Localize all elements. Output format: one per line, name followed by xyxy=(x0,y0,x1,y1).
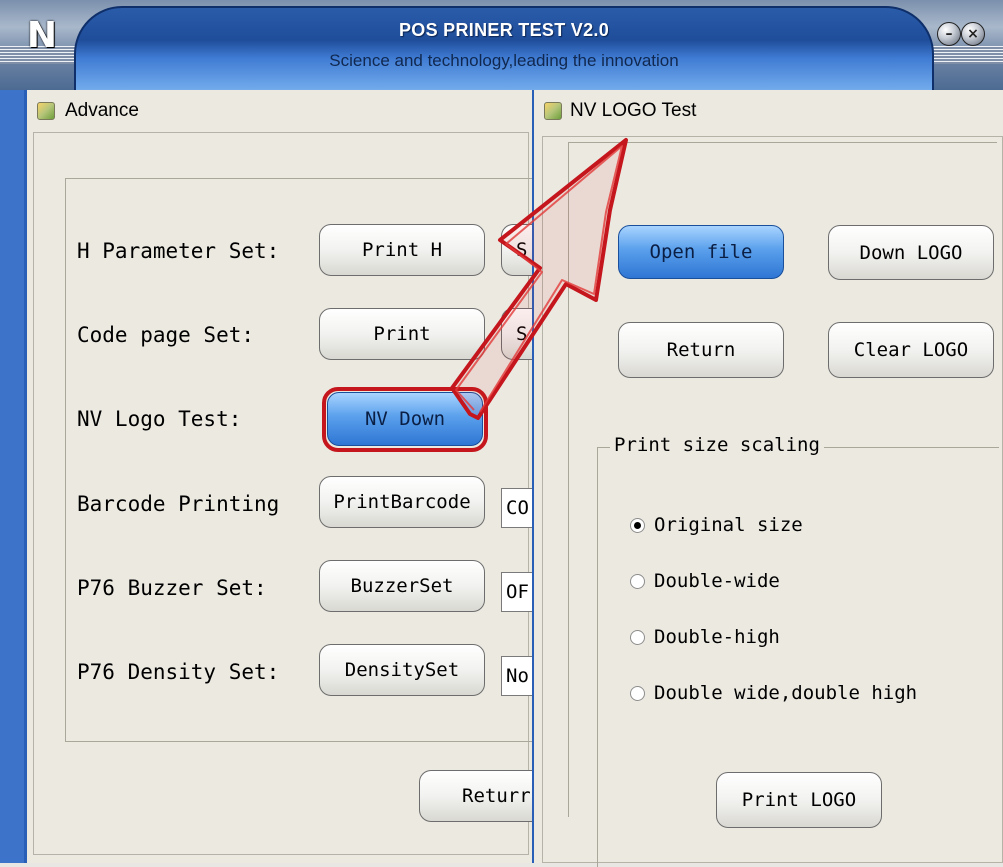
red-arrow-icon xyxy=(450,138,628,420)
red-arrow-annotation xyxy=(450,138,628,420)
